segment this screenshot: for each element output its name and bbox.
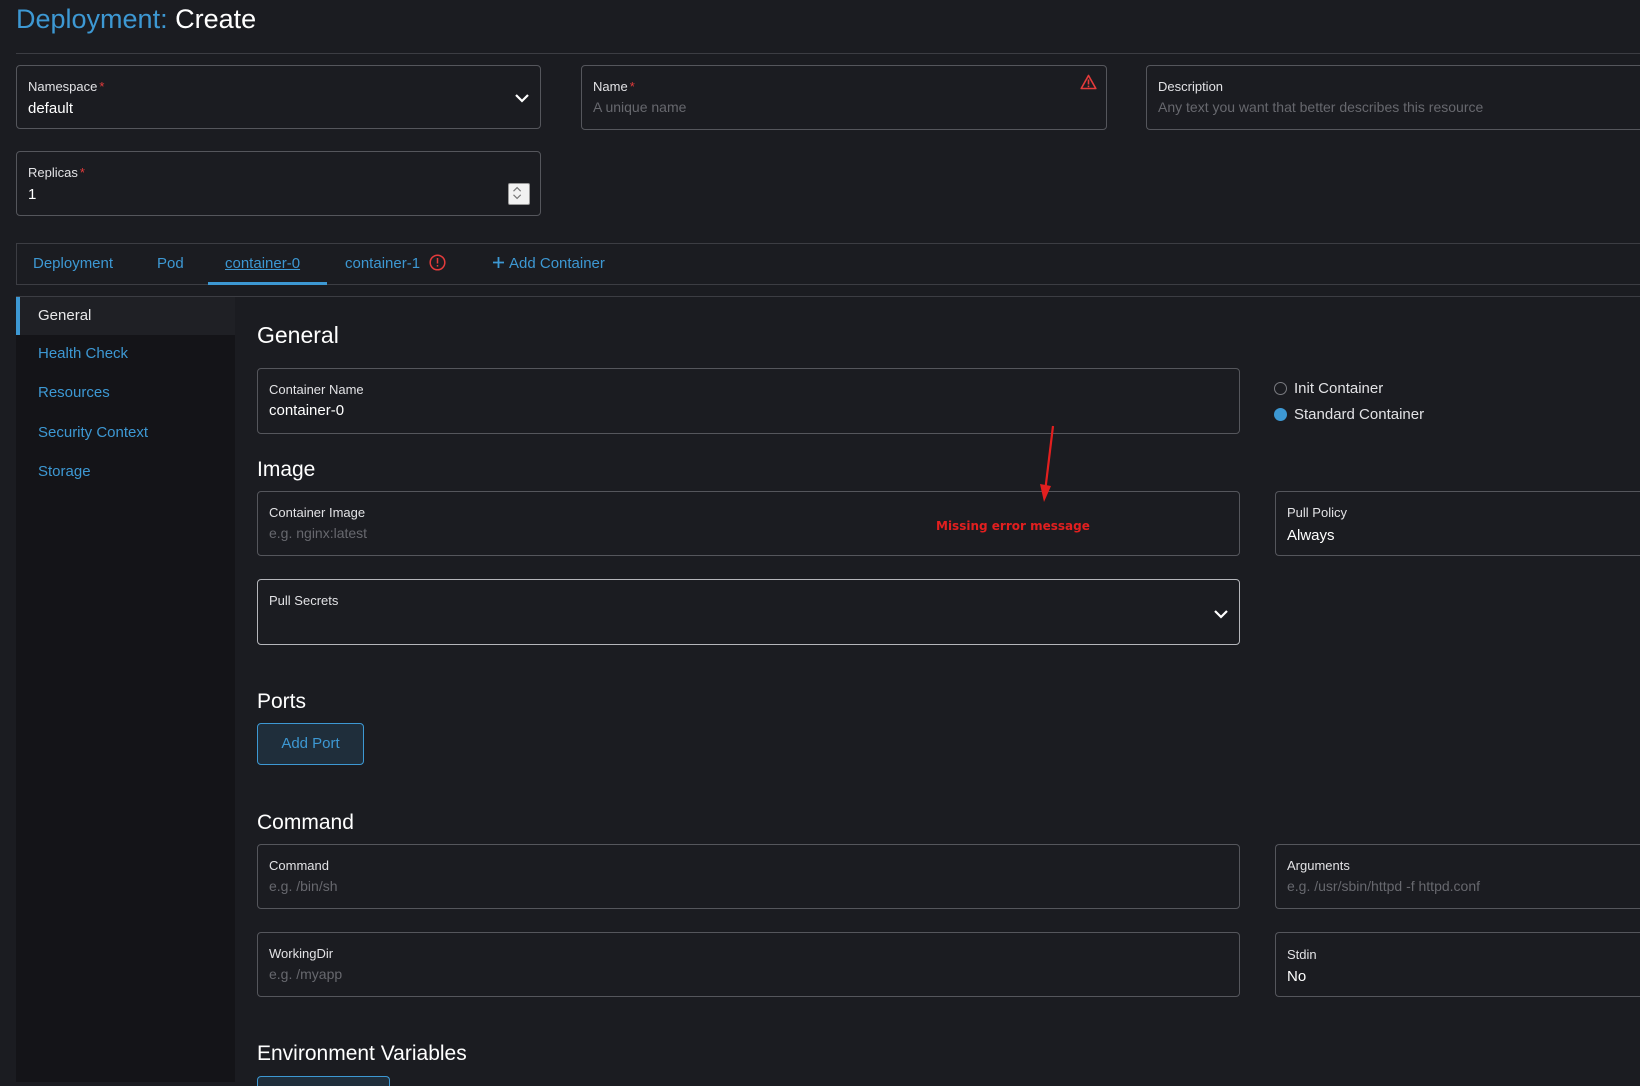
required-mark: *	[629, 79, 635, 94]
title-divider	[16, 53, 1640, 54]
stepper-arrows-icon[interactable]	[509, 184, 527, 202]
pull-policy-label: Pull Policy	[1287, 505, 1347, 520]
replicas-value: 1	[28, 186, 37, 203]
replicas-field[interactable]: Replicas * 1	[16, 151, 541, 216]
page-title-resource: Deployment:	[16, 4, 168, 34]
env-section-title: Environment Variables	[257, 1042, 467, 1065]
tab-pod[interactable]: Pod	[157, 244, 184, 284]
radio-unchecked-icon	[1274, 382, 1287, 395]
add-container-button[interactable]: Add Container	[492, 244, 605, 284]
add-container-label: Add Container	[509, 255, 605, 272]
plus-icon	[493, 257, 504, 268]
init-container-label: Init Container	[1294, 380, 1384, 397]
description-label: Description	[1158, 79, 1224, 94]
tab-container-1-label: container-1	[345, 255, 421, 272]
description-placeholder: Any text you want that better describes …	[1158, 99, 1484, 115]
chevron-down-icon[interactable]	[1213, 608, 1229, 620]
active-tab-indicator	[208, 282, 327, 285]
warning-icon	[1080, 74, 1097, 90]
container-image-label: Container Image	[269, 505, 366, 520]
namespace-value: default	[28, 100, 74, 117]
namespace-select[interactable]: Namespace * default	[16, 65, 541, 129]
chevron-down-icon[interactable]	[514, 92, 530, 104]
pull-secrets-label: Pull Secrets	[269, 593, 339, 608]
standard-container-label: Standard Container	[1294, 406, 1425, 423]
init-container-radio[interactable]: Init Container	[1274, 380, 1383, 397]
error-circle-icon	[429, 254, 446, 271]
command-section-title: Command	[257, 811, 354, 834]
ports-section-title: Ports	[257, 690, 307, 713]
stdin-select[interactable]: Stdin No	[1275, 932, 1640, 997]
container-name-field[interactable]: Container Name container-0	[257, 368, 1240, 434]
sidebar-item-storage[interactable]: Storage	[16, 453, 235, 491]
stdin-label: Stdin	[1287, 947, 1317, 962]
required-mark: *	[99, 79, 105, 94]
name-field[interactable]: Name * A unique name	[581, 65, 1107, 130]
replicas-stepper[interactable]	[508, 183, 530, 205]
arguments-label: Arguments	[1287, 858, 1350, 873]
annotation-text: Missing error message	[936, 519, 1090, 533]
tab-container-1[interactable]: container-1	[345, 244, 446, 284]
pull-secrets-select[interactable]: Pull Secrets	[257, 579, 1240, 645]
workingdir-label: WorkingDir	[269, 946, 334, 961]
tab-container-0[interactable]: container-0	[225, 244, 300, 284]
radio-checked-icon	[1274, 408, 1287, 421]
workingdir-placeholder: e.g. /myapp	[269, 966, 343, 982]
sidebar-item-general[interactable]: General	[16, 297, 235, 335]
tabs-divider	[16, 296, 1640, 297]
container-tabs: Deployment Pod container-0 container-1 A…	[16, 243, 1640, 285]
standard-container-radio[interactable]: Standard Container	[1274, 406, 1424, 423]
name-label: Name *	[593, 79, 635, 94]
pull-policy-select[interactable]: Pull Policy Always	[1275, 491, 1640, 556]
page-title: Deployment: Create	[16, 2, 256, 36]
command-placeholder: e.g. /bin/sh	[269, 878, 338, 894]
sidebar-item-security-context[interactable]: Security Context	[16, 414, 235, 452]
page-title-mode: Create	[175, 4, 257, 34]
tab-deployment[interactable]: Deployment	[33, 244, 113, 284]
replicas-label: Replicas *	[28, 165, 85, 180]
arguments-field[interactable]: Arguments e.g. /usr/sbin/httpd -f httpd.…	[1275, 844, 1640, 909]
description-field[interactable]: Description Any text you want that bette…	[1146, 65, 1640, 130]
sidebar-item-resources[interactable]: Resources	[16, 374, 235, 412]
container-image-placeholder: e.g. nginx:latest	[269, 525, 368, 541]
required-mark: *	[79, 165, 85, 180]
command-label: Command	[269, 858, 329, 873]
annotation-arrow-icon	[1040, 425, 1055, 502]
namespace-label: Namespace *	[28, 79, 105, 94]
name-placeholder: A unique name	[593, 99, 687, 115]
command-field[interactable]: Command e.g. /bin/sh	[257, 844, 1240, 909]
add-port-button[interactable]: Add Port	[257, 723, 364, 765]
image-section-title: Image	[257, 458, 316, 481]
pull-policy-value: Always	[1287, 527, 1335, 544]
container-image-field[interactable]: Container Image e.g. nginx:latest	[257, 491, 1240, 556]
workingdir-field[interactable]: WorkingDir e.g. /myapp	[257, 932, 1240, 997]
sidebar: General Health Check Resources Security …	[16, 297, 235, 1082]
container-name-value: container-0	[269, 402, 345, 419]
arguments-placeholder: e.g. /usr/sbin/httpd -f httpd.conf	[1287, 878, 1480, 894]
container-name-label: Container Name	[269, 382, 364, 397]
stdin-value: No	[1287, 968, 1307, 985]
sidebar-item-health-check[interactable]: Health Check	[16, 335, 235, 373]
add-env-variable-button[interactable]	[257, 1076, 390, 1086]
general-section-title: General	[257, 322, 339, 348]
